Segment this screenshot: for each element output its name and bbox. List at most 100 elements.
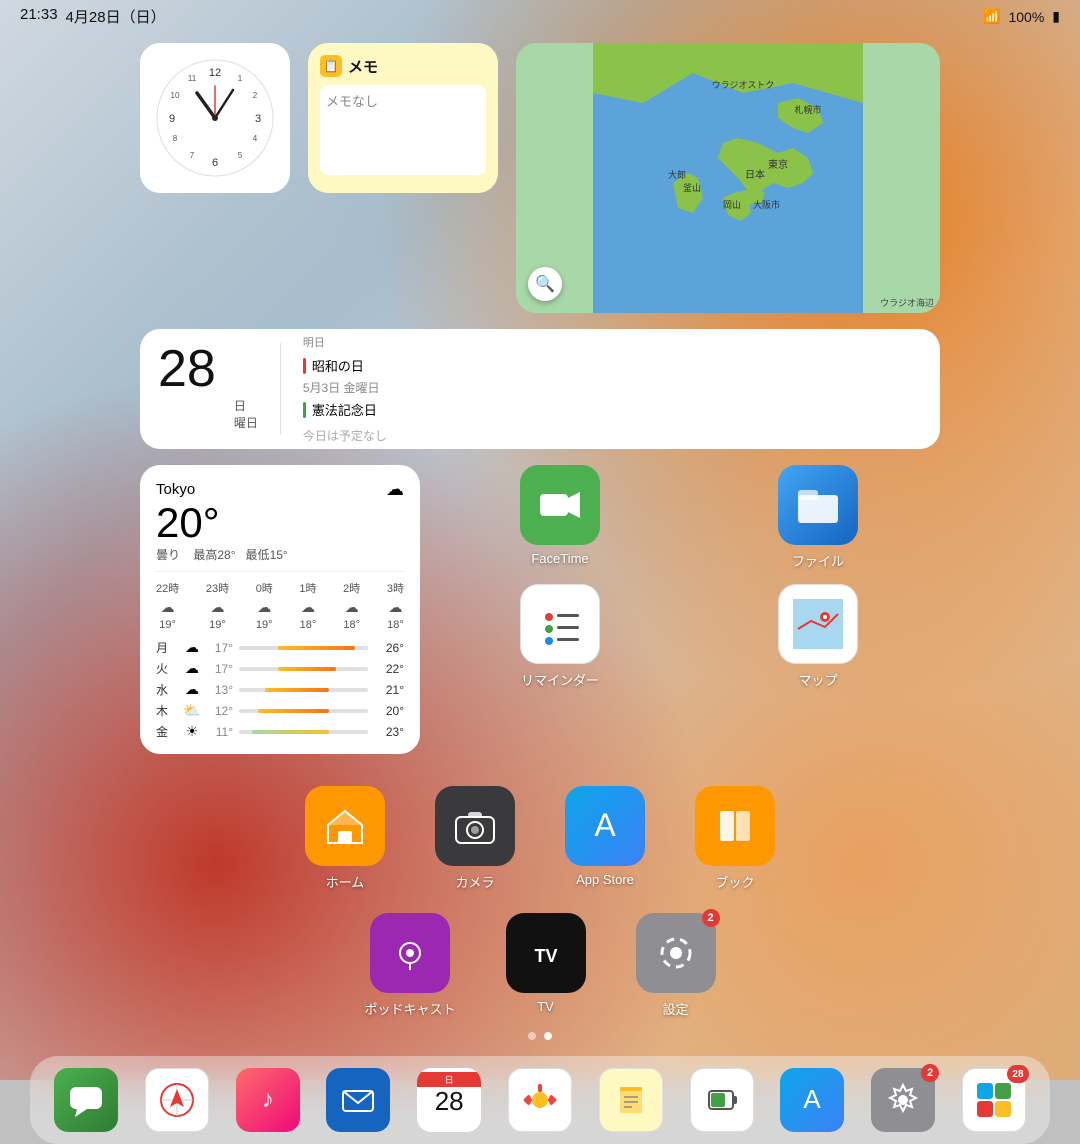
page-dot-1[interactable] — [528, 1032, 536, 1040]
weather-hour-1: 23時 ☁ 19° — [206, 580, 229, 631]
dock-appstore[interactable]: A — [780, 1068, 844, 1132]
wifi-icon: 📶 — [983, 8, 1000, 25]
app-podcasts[interactable]: ポッドキャスト — [364, 913, 455, 1018]
home-label: ホーム — [326, 872, 365, 891]
app-books[interactable]: ブック — [695, 786, 775, 891]
screen: 21:33 4月28日（日） 📶 100% ▮ 12 3 6 — [0, 0, 1080, 1080]
books-icon — [695, 786, 775, 866]
svg-text:5: 5 — [238, 151, 243, 160]
svg-text:札幌市: 札幌市 — [794, 104, 821, 115]
event1-label: 昭和の日 — [312, 356, 364, 375]
hour-time-0: 22時 — [156, 580, 179, 596]
weather-day-2: 水 ☁ 13° 21° — [156, 681, 404, 698]
weather-widget[interactable]: Tokyo ☁ 20° 曇り 最高28° 最低15° 22時 ☁ 19 — [140, 465, 420, 754]
home-icon — [305, 786, 385, 866]
date-label: 4月28日（日） — [66, 6, 166, 27]
svg-text:A: A — [804, 1084, 822, 1114]
svg-text:9: 9 — [169, 113, 175, 125]
weather-day-3: 木 ⛅ 12° 20° — [156, 702, 404, 719]
notes-widget[interactable]: 📋 メモ メモなし — [308, 43, 498, 193]
app-maps[interactable]: マップ — [696, 584, 940, 689]
app-row2: ポッドキャスト TV TV — [140, 913, 940, 1018]
event2-label: 憲法記念日 — [312, 400, 377, 419]
dock-safari[interactable] — [145, 1068, 209, 1132]
app-appstore[interactable]: A App Store — [565, 786, 645, 891]
photos-dock-icon — [508, 1068, 572, 1132]
widget-row1: 12 3 6 9 1 2 4 5 11 10 8 7 — [140, 43, 940, 313]
map-search-button[interactable]: 🔍 — [528, 267, 562, 301]
app-files[interactable]: ファイル — [696, 465, 940, 570]
safari-dock-icon — [145, 1068, 209, 1132]
appstore-icon: A — [565, 786, 645, 866]
dock-photos[interactable] — [508, 1068, 572, 1132]
calendar-events: 明日 昭和の日 5月3日 金曜日 憲法記念日 今日は予定なし — [303, 343, 922, 435]
dock-appstore-featured[interactable]: 28 — [962, 1068, 1026, 1132]
status-time: 21:33 4月28日（日） — [20, 6, 166, 27]
svg-text:3: 3 — [255, 113, 261, 125]
svg-text:8: 8 — [173, 134, 178, 143]
weather-hour-2: 0時 ☁ 19° — [256, 580, 273, 631]
weather-hourly: 22時 ☁ 19° 23時 ☁ 19° 0時 ☁ 19° — [156, 571, 404, 631]
tv-label: TV — [537, 999, 554, 1014]
page-dot-2[interactable] — [544, 1032, 552, 1040]
appstore-dock-icon: A — [780, 1068, 844, 1132]
svg-text:TV: TV — [534, 946, 557, 966]
settings-label: 設定 — [662, 999, 688, 1018]
weather-hi-lo-desc: 曇り 最高28° 最低15° — [156, 546, 404, 563]
podcasts-label: ポッドキャスト — [364, 999, 455, 1018]
dock-settings[interactable]: 2 — [871, 1068, 935, 1132]
files-icon — [778, 465, 858, 545]
svg-text:釜山: 釜山 — [683, 182, 701, 193]
reminders-label: リマインダー — [521, 670, 599, 689]
weather-hi-label: 最高 — [193, 548, 217, 562]
app-facetime[interactable]: FaceTime — [438, 465, 682, 570]
books-label: ブック — [715, 872, 754, 891]
event-date-label: 5月3日 金曜日 — [303, 379, 380, 396]
calendar-widget[interactable]: 28 日 曜日 明日 昭和の日 5月3日 金曜日 — [140, 329, 940, 449]
settings-dock-icon: 2 — [871, 1068, 935, 1132]
appstore-featured-badge: 28 — [1007, 1065, 1029, 1083]
svg-text:ウラジオストク: ウラジオストク — [712, 80, 775, 90]
dock-music[interactable]: ♪ — [236, 1068, 300, 1132]
hour-icon-3: ☁ — [301, 599, 315, 616]
clock-widget[interactable]: 12 3 6 9 1 2 4 5 11 10 8 7 — [140, 43, 290, 193]
app-camera[interactable]: カメラ — [435, 786, 515, 891]
weather-day-0: 月 ☁ 17° 26° — [156, 639, 404, 656]
camera-label: カメラ — [455, 872, 494, 891]
dock-battery-app[interactable] — [690, 1068, 754, 1132]
calendar-weekday2: 曜日 — [234, 414, 258, 431]
settings-dock-badge: 2 — [921, 1064, 939, 1082]
dock-messages[interactable] — [54, 1068, 118, 1132]
hour-time-1: 23時 — [206, 580, 229, 596]
svg-text:A: A — [594, 807, 616, 843]
settings-icon-wrapper: 2 — [636, 913, 716, 993]
dock-notes[interactable] — [599, 1068, 663, 1132]
facetime-label: FaceTime — [531, 551, 588, 566]
notes-title: メモ — [348, 56, 378, 77]
weather-hi-val: 28° — [217, 548, 235, 562]
svg-text:大阪市: 大阪市 — [753, 199, 780, 210]
svg-text:7: 7 — [190, 151, 195, 160]
weather-hour-0: 22時 ☁ 19° — [156, 580, 179, 631]
weather-daily: 月 ☁ 17° 26° 火 ☁ 17° — [156, 639, 404, 740]
map-credit: ウラジオ海辺 — [880, 296, 934, 309]
calendar-day-dock: 28 — [435, 1087, 464, 1116]
weather-lo-label: 最低 — [246, 548, 270, 562]
main-content: 12 3 6 9 1 2 4 5 11 10 8 7 — [0, 33, 1080, 1032]
dock-calendar[interactable]: 日 28 — [417, 1068, 481, 1132]
svg-text:東京: 東京 — [768, 158, 788, 171]
appstore-label: App Store — [576, 872, 634, 887]
app-reminders[interactable]: リマインダー — [438, 584, 682, 689]
svg-text:11: 11 — [188, 74, 197, 83]
status-right: 📶 100% ▮ — [983, 8, 1060, 25]
app-tv[interactable]: TV TV — [506, 913, 586, 1018]
hour-time-3: 1時 — [299, 580, 316, 596]
map-widget[interactable]: ウラジオストク 札幌市 東京 日本 大阪市 釜山 岡山 大郎 🔍 ウラジオ海辺 — [516, 43, 940, 313]
tv-icon: TV — [506, 913, 586, 993]
calendar-event-date: 5月3日 金曜日 — [303, 379, 922, 396]
weather-day-1: 火 ☁ 17° 22° — [156, 660, 404, 677]
app-home[interactable]: ホーム — [305, 786, 385, 891]
dock-mail[interactable] — [326, 1068, 390, 1132]
app-settings[interactable]: 2 設定 — [636, 913, 716, 1018]
svg-text:大郎: 大郎 — [668, 169, 686, 180]
